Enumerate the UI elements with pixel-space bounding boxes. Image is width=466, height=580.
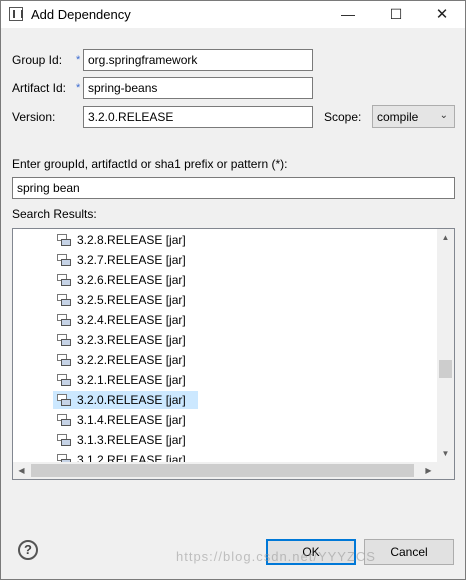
scope-label: Scope: bbox=[324, 110, 362, 124]
result-item-label: 3.1.3.RELEASE [jar] bbox=[77, 433, 186, 447]
artifact-id-label: Artifact Id: bbox=[12, 81, 67, 95]
app-icon bbox=[9, 7, 23, 21]
group-id-label: Group Id: bbox=[12, 53, 63, 67]
version-label: Version: bbox=[12, 110, 56, 124]
artifact-id-required-marker: * bbox=[76, 82, 81, 94]
search-prompt-label: Enter groupId, artifactId or sha1 prefix… bbox=[12, 157, 288, 171]
title-bar: Add Dependency — ☐ ✕ bbox=[1, 1, 465, 28]
group-id-required-marker: * bbox=[76, 54, 81, 66]
search-results-label: Search Results: bbox=[12, 207, 97, 221]
jar-artifact-icon bbox=[57, 314, 71, 326]
result-item[interactable]: 3.2.7.RELEASE [jar] bbox=[53, 251, 198, 269]
jar-artifact-icon bbox=[57, 334, 71, 346]
search-input[interactable]: spring bean bbox=[12, 177, 455, 199]
artifact-id-field[interactable]: spring-beans bbox=[83, 77, 313, 99]
scroll-down-arrow-icon[interactable]: ▼ bbox=[437, 445, 454, 462]
maximize-button[interactable]: ☐ bbox=[373, 1, 419, 28]
window-title: Add Dependency bbox=[31, 7, 131, 22]
result-item-label: 3.2.3.RELEASE [jar] bbox=[77, 333, 186, 347]
horizontal-scroll-thumb[interactable] bbox=[31, 464, 414, 477]
scope-select[interactable]: compile ⌄ bbox=[372, 105, 455, 128]
result-item[interactable]: 3.2.0.RELEASE [jar] bbox=[53, 391, 198, 409]
jar-artifact-icon bbox=[57, 234, 71, 246]
result-item-label: 3.1.4.RELEASE [jar] bbox=[77, 413, 186, 427]
jar-artifact-icon bbox=[57, 354, 71, 366]
add-dependency-dialog: Add Dependency — ☐ ✕ Group Id: * org.spr… bbox=[0, 0, 466, 580]
result-item-label: 3.2.0.RELEASE [jar] bbox=[77, 393, 186, 407]
scroll-right-arrow-icon[interactable]: ▶ bbox=[420, 462, 437, 479]
result-item-label: 3.2.5.RELEASE [jar] bbox=[77, 293, 186, 307]
scrollbar-corner bbox=[437, 462, 454, 479]
scroll-up-arrow-icon[interactable]: ▲ bbox=[437, 229, 454, 246]
search-results-list[interactable]: 3.2.8.RELEASE [jar] 3.2.7.RELEASE [jar] 3.… bbox=[12, 228, 455, 480]
result-item[interactable]: 3.2.8.RELEASE [jar] bbox=[53, 231, 198, 249]
result-item[interactable]: 3.2.4.RELEASE [jar] bbox=[53, 311, 198, 329]
result-item[interactable]: 3.2.5.RELEASE [jar] bbox=[53, 291, 198, 309]
result-item-label: 3.2.2.RELEASE [jar] bbox=[77, 353, 186, 367]
jar-artifact-icon bbox=[57, 414, 71, 426]
result-item-label: 3.2.1.RELEASE [jar] bbox=[77, 373, 186, 387]
scroll-left-arrow-icon[interactable]: ◀ bbox=[13, 462, 30, 479]
horizontal-scrollbar[interactable]: ◀ ▶ bbox=[13, 462, 454, 479]
close-button[interactable]: ✕ bbox=[419, 1, 465, 28]
vertical-scroll-thumb[interactable] bbox=[439, 360, 452, 378]
result-item-label: 3.2.6.RELEASE [jar] bbox=[77, 273, 186, 287]
jar-artifact-icon bbox=[57, 294, 71, 306]
minimize-button[interactable]: — bbox=[325, 1, 371, 28]
jar-artifact-icon bbox=[57, 434, 71, 446]
result-item[interactable]: 3.2.6.RELEASE [jar] bbox=[53, 271, 198, 289]
help-icon[interactable]: ? bbox=[18, 540, 38, 560]
result-item[interactable]: 3.2.3.RELEASE [jar] bbox=[53, 331, 198, 349]
result-item-label: 3.2.8.RELEASE [jar] bbox=[77, 233, 186, 247]
group-id-field[interactable]: org.springframework bbox=[83, 49, 313, 71]
jar-artifact-icon bbox=[57, 254, 71, 266]
jar-artifact-icon bbox=[57, 374, 71, 386]
jar-artifact-icon bbox=[57, 394, 71, 406]
cancel-button[interactable]: Cancel bbox=[364, 539, 454, 565]
result-item[interactable]: 3.1.3.RELEASE [jar] bbox=[53, 431, 198, 449]
result-item[interactable]: 3.2.1.RELEASE [jar] bbox=[53, 371, 198, 389]
chevron-down-icon: ⌄ bbox=[439, 110, 448, 121]
vertical-scrollbar[interactable]: ▲ ▼ bbox=[437, 229, 454, 462]
version-field[interactable]: 3.2.0.RELEASE bbox=[83, 106, 313, 128]
jar-artifact-icon bbox=[57, 274, 71, 286]
watermark: https://blog.csdn.net/YYYZCS bbox=[176, 549, 376, 564]
scope-select-value: compile bbox=[377, 110, 419, 124]
result-item[interactable]: 3.1.4.RELEASE [jar] bbox=[53, 411, 198, 429]
result-item-label: 3.2.7.RELEASE [jar] bbox=[77, 253, 186, 267]
result-item-label: 3.2.4.RELEASE [jar] bbox=[77, 313, 186, 327]
result-item[interactable]: 3.2.2.RELEASE [jar] bbox=[53, 351, 198, 369]
